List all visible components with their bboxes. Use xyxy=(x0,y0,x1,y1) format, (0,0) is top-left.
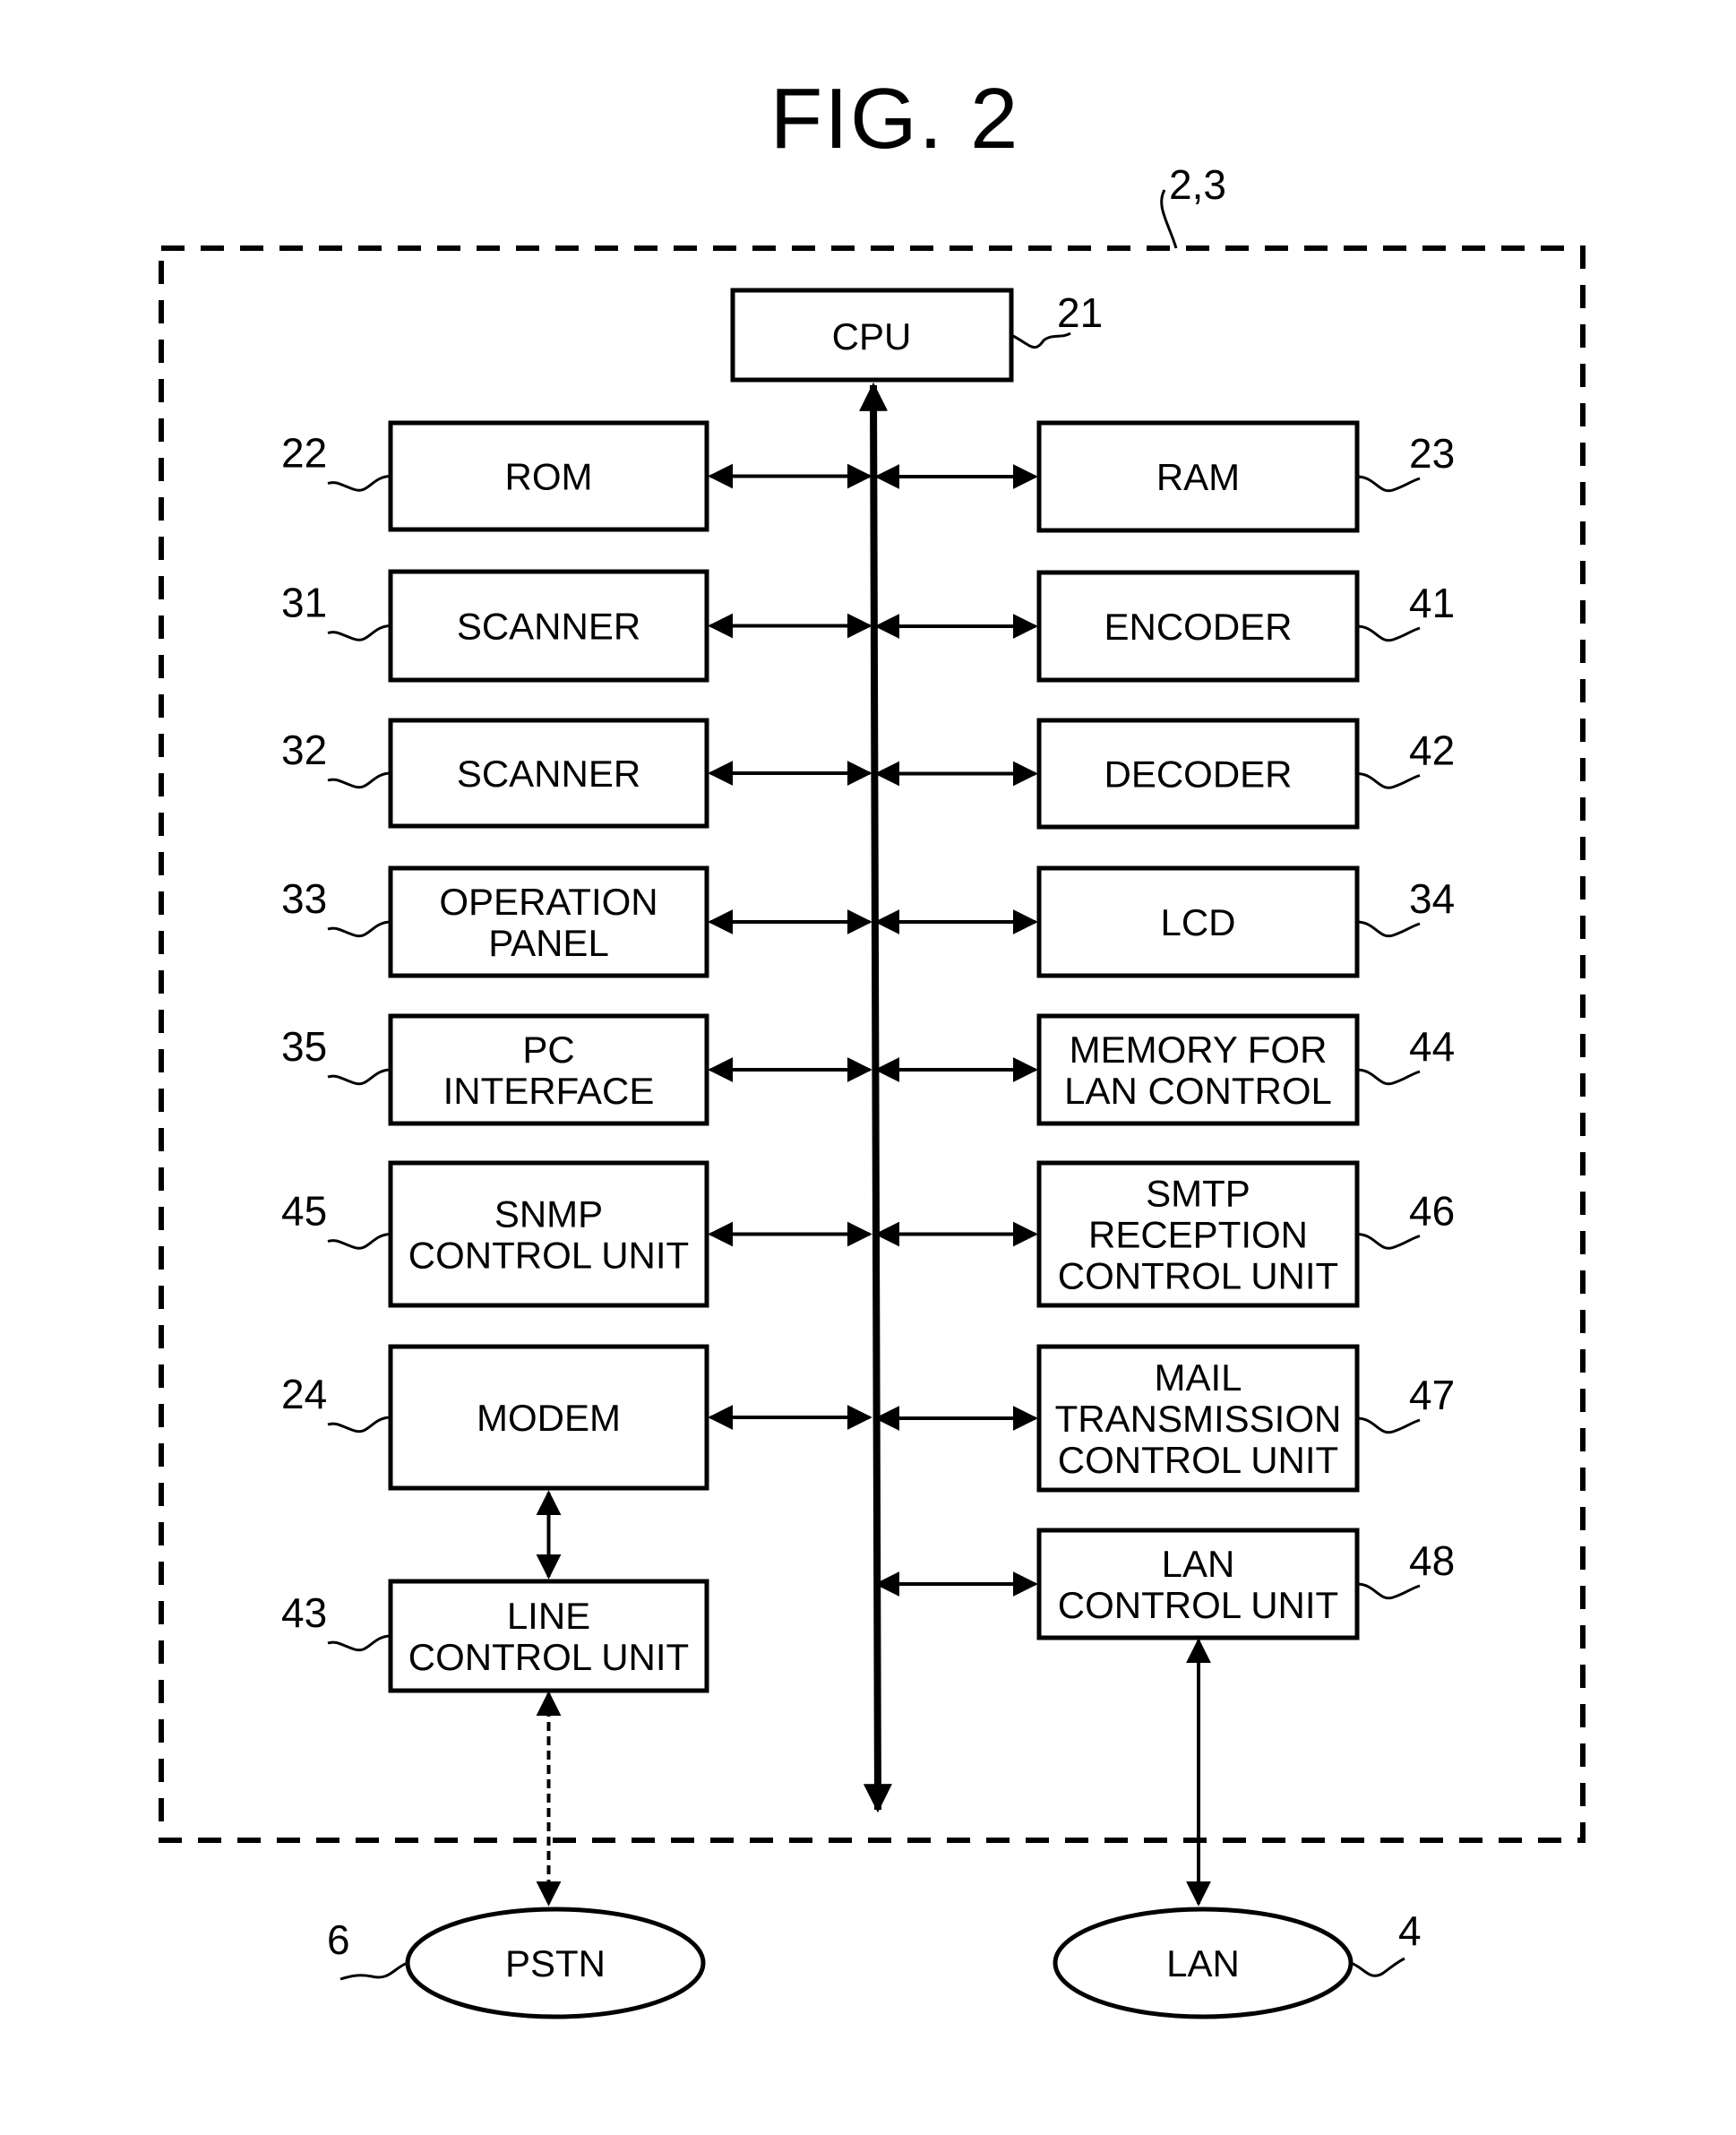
ref-number: 35 xyxy=(281,1023,327,1070)
right-block-3: LCD 34 xyxy=(1036,865,1455,978)
left-block-label: CONTROL UNIT xyxy=(408,1636,689,1678)
ref-number: 24 xyxy=(281,1371,327,1417)
left-block-0: ROM 22 xyxy=(281,420,709,532)
left-block-7: LINECONTROL UNIT 43 xyxy=(281,1579,709,1693)
ref-number: 47 xyxy=(1409,1372,1455,1418)
ref-number: 34 xyxy=(1409,875,1455,922)
ref-number: 46 xyxy=(1409,1188,1455,1235)
ref-number: 4 xyxy=(1398,1907,1422,1954)
network-lan: LAN 4 xyxy=(1053,1638,1422,2019)
right-block-label: LAN xyxy=(1162,1543,1235,1585)
left-block-label: PC xyxy=(522,1029,574,1071)
left-block-5: SNMPCONTROL UNIT 45 xyxy=(281,1160,709,1308)
ref-number: 6 xyxy=(327,1916,350,1963)
right-block-0: RAM 23 xyxy=(1036,420,1455,533)
right-block-label: LAN CONTROL xyxy=(1064,1070,1332,1112)
ref-number: 22 xyxy=(281,430,327,477)
left-block-1: SCANNER 31 xyxy=(281,569,709,683)
right-block-label: CONTROL UNIT xyxy=(1058,1439,1338,1481)
right-block-5: SMTPRECEPTIONCONTROL UNIT 46 xyxy=(1036,1160,1455,1308)
left-block-label: ROM xyxy=(505,456,593,498)
right-block-label: SMTP xyxy=(1146,1173,1250,1215)
right-block-label: ENCODER xyxy=(1104,606,1292,648)
ref-number: 31 xyxy=(281,580,327,626)
left-block-6: MODEM 24 xyxy=(281,1344,709,1491)
cpu-block: CPU 21 xyxy=(730,288,1103,383)
right-block-label: MAIL xyxy=(1154,1356,1242,1399)
block-diagram: 2,3 CPU 21 ROM 22 SCANNER 31 SCANNER 32 OPERAT… xyxy=(159,161,1586,2019)
left-block-3: OPERATIONPANEL 33 xyxy=(281,865,709,978)
ref-number: 23 xyxy=(1409,430,1455,477)
left-block-label: PANEL xyxy=(488,922,609,964)
right-block-1: ENCODER 41 xyxy=(1036,570,1455,683)
right-block-6: MAILTRANSMISSIONCONTROL UNIT 47 xyxy=(1036,1344,1455,1493)
right-block-label: RECEPTION xyxy=(1088,1214,1308,1256)
left-block-label: SNMP xyxy=(494,1193,603,1235)
left-block-4: PCINTERFACE 35 xyxy=(281,1013,709,1126)
left-block-label: MODEM xyxy=(477,1397,621,1439)
right-block-label: CONTROL UNIT xyxy=(1058,1584,1338,1626)
ref-number: 41 xyxy=(1409,580,1455,626)
right-block-label: DECODER xyxy=(1104,753,1292,796)
right-block-label: LCD xyxy=(1160,901,1235,943)
left-block-label: OPERATION xyxy=(439,881,657,923)
right-block-label: CONTROL UNIT xyxy=(1058,1255,1338,1297)
network-label: PSTN xyxy=(505,1942,606,1984)
left-block-2: SCANNER 32 xyxy=(281,718,709,829)
left-block-label: INTERFACE xyxy=(443,1070,655,1112)
left-block-label: SCANNER xyxy=(457,606,640,648)
left-block-label: CONTROL UNIT xyxy=(408,1235,689,1277)
ref-number: 45 xyxy=(281,1188,327,1235)
system-bus xyxy=(859,382,892,1813)
ref-number: 43 xyxy=(281,1589,327,1636)
ref-number: 42 xyxy=(1409,727,1455,774)
cpu-ref: 21 xyxy=(1057,289,1103,336)
ref-number: 48 xyxy=(1409,1537,1455,1584)
right-block-2: DECODER 42 xyxy=(1036,718,1455,830)
right-block-7: LANCONTROL UNIT 48 xyxy=(1036,1528,1455,1640)
right-block-label: MEMORY FOR xyxy=(1070,1029,1328,1071)
left-block-label: SCANNER xyxy=(457,753,640,795)
right-block-label: RAM xyxy=(1156,456,1240,498)
device-ref: 2,3 xyxy=(1169,161,1226,208)
ref-number: 33 xyxy=(281,875,327,922)
ref-number: 32 xyxy=(281,727,327,773)
ref-number: 44 xyxy=(1409,1023,1455,1070)
right-block-label: TRANSMISSION xyxy=(1055,1398,1342,1440)
network-pstn: PSTN 6 xyxy=(327,1691,706,2019)
left-block-label: LINE xyxy=(507,1595,590,1637)
cpu-label: CPU xyxy=(832,315,912,357)
right-block-4: MEMORY FORLAN CONTROL 44 xyxy=(1036,1013,1455,1126)
network-label: LAN xyxy=(1166,1942,1240,1984)
